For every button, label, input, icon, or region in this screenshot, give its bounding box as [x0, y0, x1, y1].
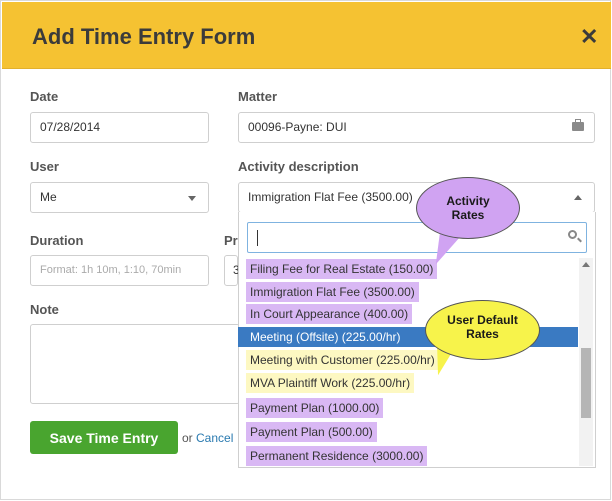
option-filing-fee[interactable]: Filing Fee for Real Estate (150.00)	[246, 259, 438, 279]
text-cursor	[257, 230, 258, 246]
cancel-link[interactable]: Cancel	[196, 431, 233, 445]
option-in-court-appearance[interactable]: In Court Appearance (400.00)	[246, 304, 413, 324]
user-default-rates-callout: User Default Rates	[425, 300, 540, 360]
user-default-rates-text: User Default Rates	[447, 313, 518, 341]
dialog-header: Add Time Entry Form ✕	[2, 2, 611, 69]
activity-value: Immigration Flat Fee (3500.00)	[248, 190, 413, 204]
chevron-up-icon	[574, 195, 582, 200]
dropdown-search-input[interactable]	[247, 222, 587, 253]
dropdown-scrollbar[interactable]	[579, 258, 593, 466]
matter-field[interactable]: 00096-Payne: DUI	[238, 112, 595, 143]
duration-label: Duration	[30, 233, 84, 248]
chevron-down-icon	[188, 196, 196, 201]
price-label: Pr	[224, 233, 238, 248]
option-payment-plan-500[interactable]: Payment Plan (500.00)	[246, 422, 377, 442]
option-meeting-with-customer[interactable]: Meeting with Customer (225.00/hr)	[246, 350, 439, 370]
option-mva-plaintiff-work[interactable]: MVA Plaintiff Work (225.00/hr)	[246, 373, 415, 393]
matter-label: Matter	[238, 89, 278, 104]
matter-value: 00096-Payne: DUI	[248, 120, 347, 134]
date-field[interactable]: 07/28/2014	[30, 112, 209, 143]
date-label: Date	[30, 89, 59, 104]
price-field[interactable]: 3	[224, 255, 240, 286]
activity-rates-callout: Activity Rates	[416, 177, 520, 239]
search-icon	[568, 230, 577, 239]
activity-label: Activity description	[238, 159, 359, 174]
user-value: Me	[40, 190, 57, 204]
close-icon[interactable]: ✕	[580, 24, 598, 50]
date-value: 07/28/2014	[40, 120, 101, 134]
scroll-up-icon[interactable]	[582, 262, 590, 267]
user-label: User	[30, 159, 59, 174]
or-text: or	[182, 431, 193, 445]
note-textarea[interactable]	[30, 324, 240, 404]
option-payment-plan-1000[interactable]: Payment Plan (1000.00)	[246, 398, 384, 418]
duration-placeholder: Format: 1h 10m, 1:10, 70min	[40, 264, 182, 276]
note-label: Note	[30, 302, 59, 317]
option-immigration-flat-fee[interactable]: Immigration Flat Fee (3500.00)	[246, 282, 419, 302]
option-permanent-residence[interactable]: Permanent Residence (3000.00)	[246, 446, 428, 466]
activity-rates-text: Activity Rates	[446, 194, 490, 222]
briefcase-icon[interactable]	[572, 119, 584, 131]
save-button[interactable]: Save Time Entry	[30, 421, 178, 454]
user-select[interactable]: Me	[30, 182, 209, 213]
scrollbar-thumb[interactable]	[581, 348, 591, 418]
dialog-title: Add Time Entry Form	[32, 24, 256, 49]
duration-field[interactable]: Format: 1h 10m, 1:10, 70min	[30, 255, 209, 286]
